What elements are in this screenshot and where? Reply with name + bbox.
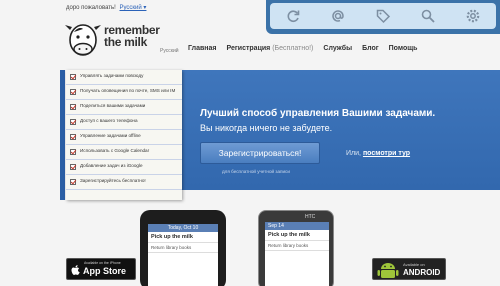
signup-button[interactable]: Зарегистрироваться! bbox=[200, 142, 320, 164]
welcome-line: доpo пожаловать! Русский ▾ bbox=[66, 4, 146, 11]
logo-language: Русский bbox=[160, 48, 179, 54]
checklist-label: Добавление задач из iGoogle bbox=[80, 163, 143, 168]
welcome-text: доpo пожаловать! bbox=[66, 5, 116, 11]
phone-toolbar bbox=[266, 0, 500, 34]
phone-brand: HTC bbox=[305, 214, 316, 220]
refresh-icon[interactable] bbox=[285, 8, 301, 24]
android-label: ANDROID bbox=[403, 268, 441, 277]
checklist-label: Использовать с Google Calendar bbox=[80, 148, 150, 153]
checklist-item: Доступ с вашего телефона bbox=[66, 115, 182, 130]
cow-icon bbox=[65, 24, 101, 56]
nav-help[interactable]: Помощь bbox=[389, 45, 418, 52]
check-icon bbox=[70, 134, 76, 140]
gear-icon[interactable] bbox=[465, 8, 481, 24]
checklist-label: Доступ с вашего телефона bbox=[80, 118, 138, 123]
hero-banner: Управлять задачами повсюду Получать опов… bbox=[60, 70, 500, 200]
nav-register-note: (Бесплатно!) bbox=[272, 45, 314, 52]
nav-services[interactable]: Службы bbox=[323, 45, 352, 52]
nav-home[interactable]: Главная bbox=[188, 45, 216, 52]
checklist-label: Зарегистрируйтесь бесплатно! bbox=[80, 178, 146, 183]
app-store-small-text: Available on the iPhone bbox=[84, 261, 121, 265]
android-badge[interactable]: Available on ANDROID bbox=[372, 258, 446, 280]
tag-icon[interactable] bbox=[375, 8, 391, 24]
checklist-binding bbox=[60, 70, 65, 200]
at-icon[interactable] bbox=[330, 8, 346, 24]
logo-wordmark: remember the milk bbox=[104, 24, 160, 48]
android-date-header: Sep 14 bbox=[265, 222, 329, 230]
checklist-item: Поделиться вашими задачами bbox=[66, 100, 182, 115]
android-small-text: Available on bbox=[403, 262, 425, 267]
android-screen: Sep 14 Pick up the milk Return library b… bbox=[265, 222, 329, 286]
hero-title: Лучший способ управления Вашими задачами… bbox=[200, 108, 436, 119]
iphone-screen: Today, Oct 10 Pick up the milk Return li… bbox=[148, 224, 218, 286]
android-task: Pick up the milk bbox=[265, 230, 329, 241]
checklist-label: Управлять задачами повсюду bbox=[80, 73, 144, 78]
iphone-date-header: Today, Oct 10 bbox=[148, 224, 218, 232]
checklist-label: Получать оповещения по почте, SMS или IM bbox=[80, 88, 176, 93]
checklist-label: Управление задачами offline bbox=[80, 133, 141, 138]
checklist-item: Добавление задач из iGoogle bbox=[66, 160, 182, 175]
android-task: Return library books bbox=[265, 241, 329, 251]
check-icon bbox=[70, 74, 76, 80]
check-icon bbox=[70, 119, 76, 125]
or-text: Или, bbox=[346, 150, 361, 157]
check-icon bbox=[70, 179, 76, 185]
main-nav: Главная Регистрация (Бесплатно!) Службы … bbox=[188, 45, 417, 52]
apple-icon bbox=[71, 265, 80, 275]
checklist-item: Использовать с Google Calendar bbox=[66, 145, 182, 160]
checklist-item: Получать оповещения по почте, SMS или IM bbox=[66, 85, 182, 100]
iphone-task: Pick up the milk bbox=[148, 232, 218, 243]
android-robot-icon bbox=[377, 263, 399, 278]
check-icon bbox=[70, 104, 76, 110]
nav-register[interactable]: Регистрация (Бесплатно!) bbox=[226, 45, 313, 52]
feature-checklist: Управлять задачами повсюду Получать опов… bbox=[66, 70, 182, 200]
app-store-badge[interactable]: Available on the iPhone App Store bbox=[66, 258, 136, 280]
check-icon bbox=[70, 89, 76, 95]
free-account-note: для бесплатной учетной записи bbox=[222, 169, 290, 174]
checklist-label: Поделиться вашими задачами bbox=[80, 103, 146, 108]
iphone-task: Return library books bbox=[148, 243, 218, 253]
phone-toolbar-icons bbox=[270, 3, 496, 29]
hero-subtitle: Вы никогда ничего не забудете. bbox=[200, 123, 333, 133]
check-icon bbox=[70, 149, 76, 155]
nav-blog[interactable]: Блог bbox=[362, 45, 379, 52]
check-icon bbox=[70, 164, 76, 170]
rtm-logo[interactable]: remember the milk Русский bbox=[64, 20, 184, 68]
search-icon[interactable] bbox=[420, 8, 436, 24]
android-phone-image: HTC Sep 14 Pick up the milk Return libra… bbox=[258, 210, 334, 286]
tour-prompt: Или, посмотри тур bbox=[346, 150, 410, 157]
logo-line-2: the milk bbox=[104, 35, 147, 49]
nav-register-label: Регистрация bbox=[226, 45, 271, 52]
checklist-item: Управление задачами offline bbox=[66, 130, 182, 145]
app-store-label: App Store bbox=[83, 266, 127, 276]
iphone-image: Today, Oct 10 Pick up the milk Return li… bbox=[140, 210, 226, 286]
language-selector[interactable]: Русский ▾ bbox=[120, 5, 147, 11]
checklist-item: Зарегистрируйтесь бесплатно! bbox=[66, 175, 182, 190]
tour-link[interactable]: посмотри тур bbox=[363, 150, 410, 157]
checklist-item: Управлять задачами повсюду bbox=[66, 70, 182, 85]
